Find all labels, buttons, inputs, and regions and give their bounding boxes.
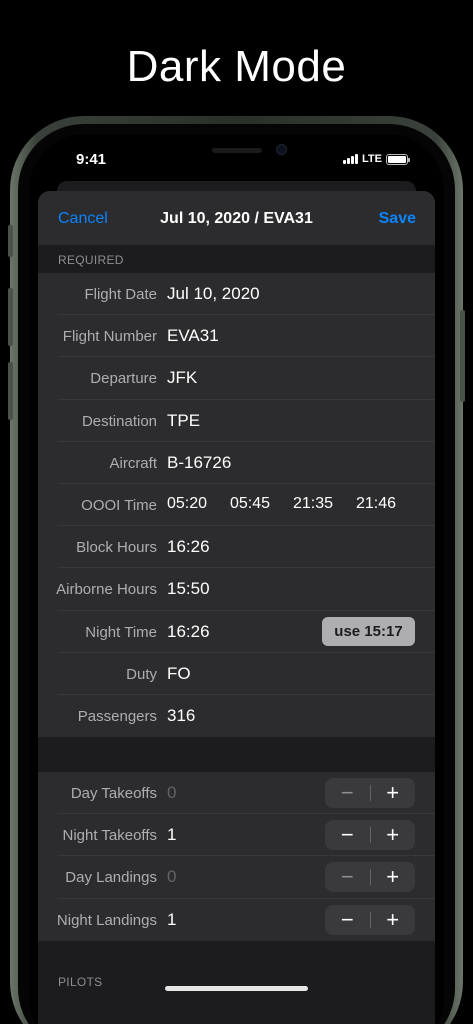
section-header-required: REQUIRED xyxy=(58,253,124,267)
row-label: Day Takeoffs xyxy=(70,785,157,802)
row-flight-date[interactable]: Flight Date Jul 10, 2020 xyxy=(38,273,435,316)
nav-bar: Jul 10, 2020 / EVA31 Cancel Save xyxy=(38,191,435,245)
row-night-time[interactable]: Night Time 16:26 use 15:17 xyxy=(38,611,435,653)
decrement-button[interactable]: − xyxy=(325,820,370,850)
row-value: EVA31 xyxy=(167,326,219,346)
row-label: Passengers xyxy=(77,707,157,725)
increment-button[interactable]: + xyxy=(370,778,415,808)
increment-button[interactable]: + xyxy=(370,862,415,892)
network-type: LTE xyxy=(362,153,382,165)
row-night-landings: Night Landings 1 − + xyxy=(38,899,435,941)
oooi-out[interactable]: 05:20 xyxy=(167,495,230,513)
row-label: Night Time xyxy=(85,623,157,641)
row-oooi-time: OOOI Time 05:20 05:45 21:35 21:46 xyxy=(38,484,435,527)
row-value: JFK xyxy=(167,368,198,388)
required-group: Flight Date Jul 10, 2020 Flight Number E… xyxy=(38,273,435,738)
takeoff-landing-group: Day Takeoffs 0 − + Night Takeoffs 1 − + … xyxy=(38,772,435,941)
row-value: 0 xyxy=(167,783,177,802)
row-value: TPE xyxy=(167,410,201,430)
day-landings-stepper: − + xyxy=(325,862,415,893)
night-takeoffs-stepper: − + xyxy=(325,820,415,851)
row-label: Departure xyxy=(90,370,157,388)
edit-flight-sheet: Jul 10, 2020 / EVA31 Cancel Save REQUIRE… xyxy=(38,191,435,1024)
row-value: FO xyxy=(167,663,191,683)
row-value: 16:26 xyxy=(167,537,210,557)
row-label: Aircraft xyxy=(109,454,157,472)
decrement-button[interactable]: − xyxy=(325,778,370,808)
day-takeoffs-stepper: − + xyxy=(325,778,415,808)
signal-icon xyxy=(343,154,358,164)
increment-button[interactable]: + xyxy=(370,820,415,850)
row-day-landings: Day Landings 0 − + xyxy=(38,856,435,899)
decrement-button[interactable]: − xyxy=(325,862,370,892)
cancel-button[interactable]: Cancel xyxy=(58,210,108,228)
row-label: Flight Number xyxy=(62,328,157,346)
row-value: 1 xyxy=(167,825,177,845)
oooi-times: 05:20 05:45 21:35 21:46 xyxy=(167,495,419,513)
row-label: OOOI Time xyxy=(81,496,157,514)
row-duty[interactable]: Duty FO xyxy=(38,653,435,695)
row-label: Block Hours xyxy=(76,539,157,557)
row-label: Night Landings xyxy=(56,911,157,929)
use-suggested-night-time-button[interactable]: use 15:17 xyxy=(322,616,415,646)
row-night-takeoffs: Night Takeoffs 1 − + xyxy=(38,814,435,857)
row-label: Night Takeoffs xyxy=(62,827,157,845)
row-label: Airborne Hours xyxy=(56,581,157,599)
row-block-hours[interactable]: Block Hours 16:26 xyxy=(38,526,435,569)
oooi-on[interactable]: 21:35 xyxy=(293,495,356,513)
row-label: Flight Date xyxy=(84,286,157,303)
row-departure[interactable]: Departure JFK xyxy=(38,357,435,400)
night-landings-stepper: − + xyxy=(325,904,415,935)
oooi-in[interactable]: 21:46 xyxy=(356,495,419,513)
decrement-button[interactable]: − xyxy=(325,905,370,935)
row-value: 16:26 xyxy=(167,621,210,641)
row-passengers[interactable]: Passengers 316 xyxy=(38,695,435,737)
increment-button[interactable]: + xyxy=(370,905,415,935)
home-indicator[interactable] xyxy=(165,986,308,991)
section-header-pilots: PILOTS xyxy=(58,975,103,989)
front-camera xyxy=(276,144,287,155)
status-indicators: LTE xyxy=(343,153,410,165)
power-button xyxy=(460,310,465,402)
volume-down-button xyxy=(8,362,13,420)
oooi-off[interactable]: 05:45 xyxy=(230,495,293,513)
save-button[interactable]: Save xyxy=(379,210,416,228)
row-value: 0 xyxy=(167,867,177,887)
row-value: Jul 10, 2020 xyxy=(167,284,260,303)
row-value: B-16726 xyxy=(167,452,232,472)
row-flight-number[interactable]: Flight Number EVA31 xyxy=(38,315,435,358)
row-value: 15:50 xyxy=(167,579,210,599)
status-time: 9:41 xyxy=(76,151,107,168)
row-label: Day Landings xyxy=(65,869,157,887)
battery-icon xyxy=(385,153,410,165)
promo-title: Dark Mode xyxy=(126,42,347,91)
mute-switch xyxy=(8,225,13,257)
row-aircraft[interactable]: Aircraft B-16726 xyxy=(38,442,435,484)
volume-up-button xyxy=(8,288,13,346)
row-day-takeoffs: Day Takeoffs 0 − + xyxy=(38,772,435,815)
row-value: 1 xyxy=(167,909,177,929)
row-value: 316 xyxy=(167,705,196,725)
row-destination[interactable]: Destination TPE xyxy=(38,400,435,442)
row-airborne-hours[interactable]: Airborne Hours 15:50 xyxy=(38,568,435,611)
row-label: Duty xyxy=(126,665,157,683)
row-label: Destination xyxy=(81,412,157,430)
earpiece-speaker xyxy=(212,148,262,153)
